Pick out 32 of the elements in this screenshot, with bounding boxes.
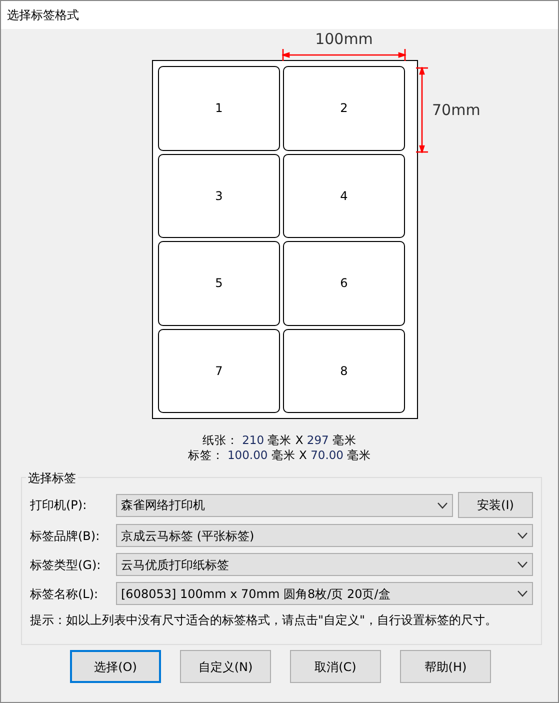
label-cell: 1 xyxy=(158,66,280,150)
chevron-down-icon xyxy=(517,561,528,568)
label-cell: 6 xyxy=(283,241,405,326)
size-info: 标签： 100.00 毫米 X 70.00 毫米 xyxy=(188,448,372,463)
label-cell: 3 xyxy=(158,154,280,238)
dialog-button[interactable]: 自定义(N) xyxy=(180,650,271,683)
chevron-down-icon xyxy=(437,502,448,508)
label-cell: 8 xyxy=(283,328,405,413)
dropdown-field[interactable]: 京成云马标签 (平张标签) xyxy=(116,524,533,547)
field-label: 标签品牌(B): xyxy=(30,528,101,544)
dropdown-field[interactable]: 森雀网络打印机 xyxy=(116,494,453,516)
dialog-button[interactable]: 取消(C) xyxy=(290,650,381,683)
label-cell: 7 xyxy=(158,328,280,413)
dropdown-field[interactable]: 云马优质打印纸标签 xyxy=(116,553,533,576)
label-cell: 4 xyxy=(283,154,405,238)
dialog-button[interactable]: 选择(O) xyxy=(70,650,161,683)
width-dimension: 100mm xyxy=(315,30,373,48)
label-cell: 2 xyxy=(283,66,405,150)
group-title: 选择标签 xyxy=(26,469,78,487)
install-button[interactable]: 安装(I) xyxy=(458,492,533,518)
field-label: 标签类型(G): xyxy=(30,556,102,574)
window-title: 选择标签格式 xyxy=(7,7,79,24)
field-label: 标签名称(L): xyxy=(30,586,100,602)
chevron-down-icon xyxy=(517,532,528,539)
hint-text: 提示：如以上列表中没有尺寸适合的标签格式，请点击"自定义"，自行设置标签的尺寸。 xyxy=(30,612,498,629)
height-dimension: 70mm xyxy=(432,101,480,119)
size-info: 纸张： 210 毫米 X 297 毫米 xyxy=(202,433,357,448)
label-cell: 5 xyxy=(158,241,280,326)
dropdown-field[interactable]: [608053] 100mm x 70mm 圆角8枚/页 20页/盒 xyxy=(116,582,533,605)
field-label: 打印机(P): xyxy=(30,497,88,514)
chevron-down-icon xyxy=(517,590,528,597)
dialog-button[interactable]: 帮助(H) xyxy=(400,650,491,683)
